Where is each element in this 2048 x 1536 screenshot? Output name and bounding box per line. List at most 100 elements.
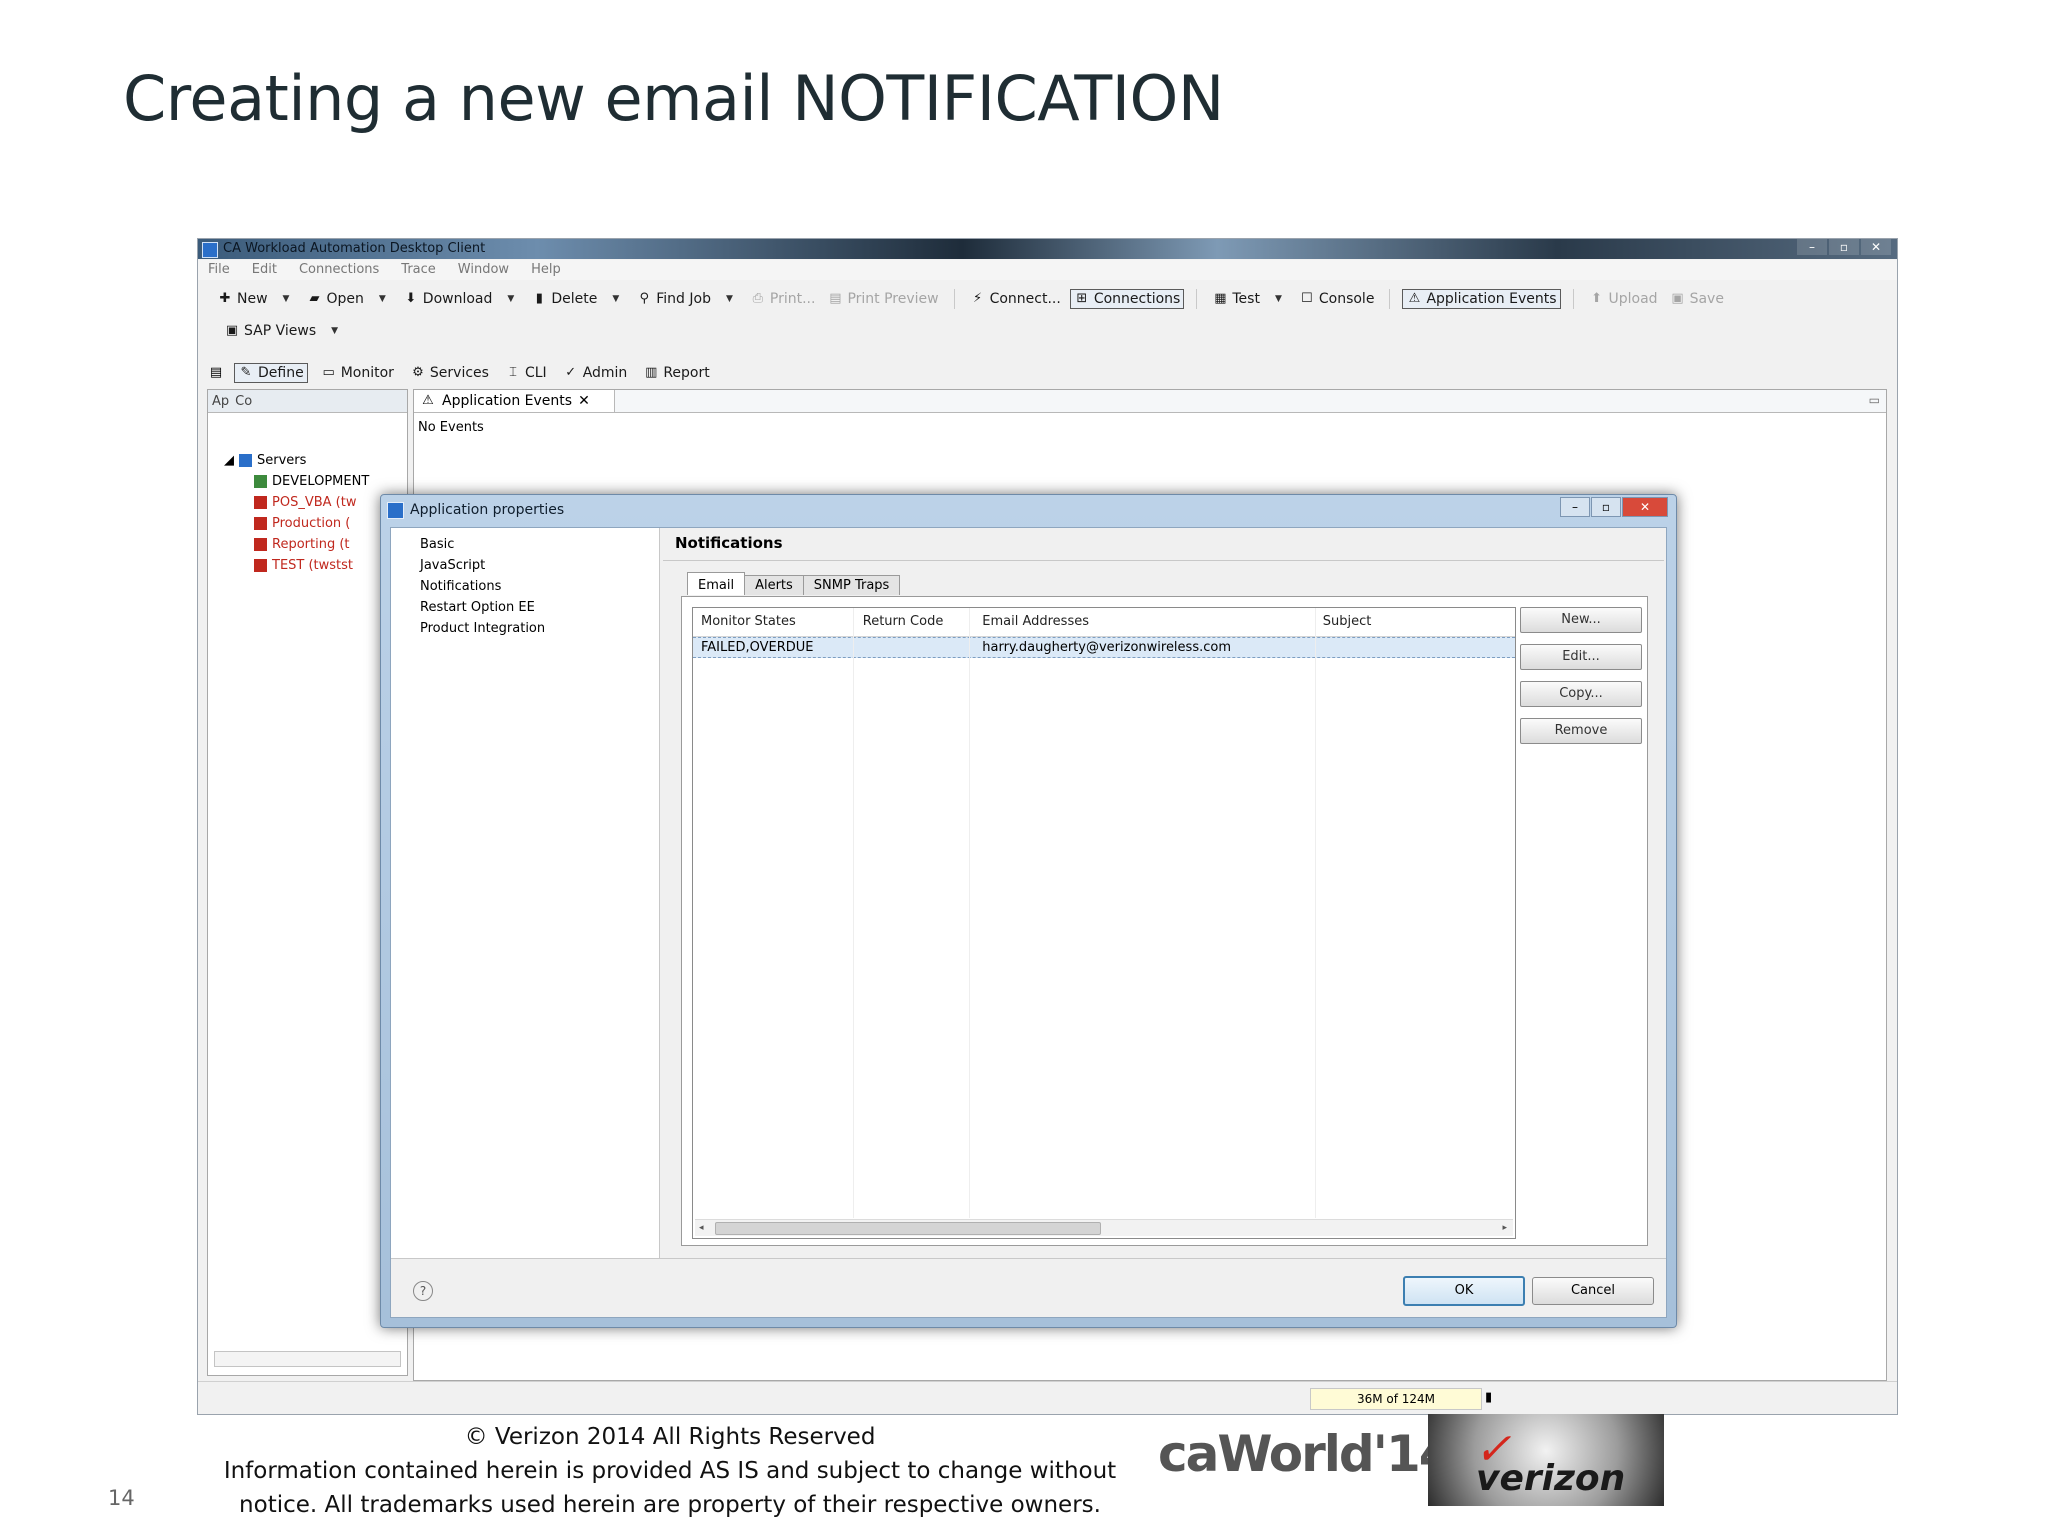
perspective-define[interactable]: ✎ Define — [234, 363, 308, 383]
toolbar-separator — [953, 289, 955, 309]
folder-icon: ▰ — [309, 291, 320, 306]
menu-help[interactable]: Help — [531, 260, 561, 280]
find-job-button[interactable]: ⚲ Find Job — [633, 290, 714, 308]
perspective-admin[interactable]: ✓ Admin — [560, 364, 631, 382]
upload-button[interactable]: ⬆ Upload — [1586, 290, 1661, 308]
binoculars-icon: ⚲ — [639, 291, 649, 306]
edit-notification-button[interactable]: Edit... — [1520, 644, 1642, 670]
admin-icon: ✓ — [565, 365, 577, 380]
disclaimer-line-2: notice. All trademarks used herein are p… — [239, 1492, 1101, 1518]
copy-notification-button[interactable]: Copy... — [1520, 681, 1642, 707]
menu-file[interactable]: File — [208, 260, 230, 280]
verizon-logo-text: verizon — [1476, 1458, 1626, 1499]
print-button[interactable]: ⎙ Print... — [747, 290, 819, 308]
delete-button[interactable]: ▮ Delete — [528, 290, 600, 308]
nav-basic[interactable]: Basic — [391, 534, 659, 555]
garbage-collect-icon[interactable]: ▮ — [1485, 1390, 1492, 1405]
tab-snmp-traps[interactable]: SNMP Traps — [802, 575, 901, 595]
left-panel-scrollbar[interactable] — [214, 1351, 401, 1367]
divider — [663, 560, 1664, 561]
download-button[interactable]: ⬇ Download — [400, 290, 496, 308]
close-tab-icon[interactable]: ✕ — [578, 393, 590, 409]
events-empty-text: No Events — [418, 420, 484, 435]
dialog-window-controls: – ▫ ✕ — [1560, 497, 1668, 517]
cell-monitor-states: FAILED,OVERDUE — [701, 640, 814, 655]
table-row[interactable]: FAILED,OVERDUE harry.daugherty@verizonwi… — [693, 637, 1515, 658]
tree-node-server[interactable]: Reporting (t — [224, 534, 369, 555]
dialog-title: Application properties — [410, 502, 565, 518]
server-tree: ◢ Servers DEVELOPMENT POS_VBA (tw Produc… — [224, 450, 369, 576]
maximize-view-icon[interactable]: ▭ — [1869, 393, 1880, 407]
column-header-return-code[interactable]: Return Code — [855, 608, 974, 636]
ok-button[interactable]: OK — [1403, 1276, 1525, 1306]
save-button[interactable]: ▣ Save — [1667, 290, 1727, 308]
dialog-close-button[interactable]: ✕ — [1622, 497, 1668, 517]
tab-application-events[interactable]: ⚠ Application Events ✕ — [414, 390, 615, 412]
nav-notifications[interactable]: Notifications — [391, 576, 659, 597]
tree-node-server[interactable]: DEVELOPMENT — [224, 471, 369, 492]
column-header-email-addresses[interactable]: Email Addresses — [974, 608, 1315, 636]
maximize-button[interactable]: ▫ — [1829, 239, 1859, 255]
new-dropdown[interactable]: ▼ — [283, 294, 290, 304]
test-button[interactable]: ▦ Test — [1209, 290, 1263, 308]
test-dropdown[interactable]: ▼ — [1275, 294, 1282, 304]
nav-product-integration[interactable]: Product Integration — [391, 618, 659, 639]
tree-node-server[interactable]: TEST (twstst — [224, 555, 369, 576]
find-job-dropdown[interactable]: ▼ — [726, 294, 733, 304]
tab-alerts[interactable]: Alerts — [744, 575, 804, 595]
print-preview-button[interactable]: ▤ Print Preview — [824, 290, 941, 308]
scrollbar-thumb[interactable] — [715, 1222, 1101, 1235]
connect-button[interactable]: ⚡ Connect... — [967, 290, 1064, 308]
menu-window[interactable]: Window — [458, 260, 509, 280]
perspective-report[interactable]: ▥ Report — [640, 364, 712, 382]
tab-co[interactable]: Co — [235, 394, 252, 409]
scroll-left-icon[interactable]: ◂ — [699, 1220, 704, 1236]
menu-trace[interactable]: Trace — [401, 260, 436, 280]
toolbar-separator — [1572, 289, 1574, 309]
scroll-right-icon[interactable]: ▸ — [1502, 1220, 1507, 1236]
menu-bar: File Edit Connections Trace Window Help — [198, 260, 1897, 280]
download-dropdown[interactable]: ▼ — [507, 294, 514, 304]
open-dropdown[interactable]: ▼ — [379, 294, 386, 304]
slide-title: Creating a new email NOTIFICATION — [123, 62, 1224, 135]
column-line — [853, 608, 854, 1218]
copyright-text: © Verizon 2014 All Rights Reserved — [464, 1424, 876, 1450]
menu-edit[interactable]: Edit — [252, 260, 277, 280]
dialog-titlebar: Application properties — [387, 499, 564, 521]
expand-icon[interactable]: ◢ — [224, 453, 234, 468]
sap-views-button[interactable]: ▣ SAP Views — [221, 322, 319, 340]
nav-restart-option-ee[interactable]: Restart Option EE — [391, 597, 659, 618]
new-notification-button[interactable]: New... — [1520, 607, 1642, 633]
table-horizontal-scrollbar[interactable]: ◂ ▸ — [695, 1219, 1513, 1236]
sap-views-dropdown[interactable]: ▼ — [331, 326, 338, 336]
delete-dropdown[interactable]: ▼ — [612, 294, 619, 304]
notifications-page: Notifications Email Alerts SNMP Traps Mo… — [661, 528, 1666, 1258]
remove-notification-button[interactable]: Remove — [1520, 718, 1642, 744]
new-button[interactable]: ✚ New — [214, 290, 271, 308]
help-icon[interactable]: ? — [413, 1281, 433, 1301]
perspective-cli[interactable]: ⌶ CLI — [502, 364, 550, 382]
cancel-button[interactable]: Cancel — [1532, 1277, 1654, 1305]
email-notifications-table: Monitor States Return Code Email Address… — [692, 607, 1516, 1239]
dialog-maximize-button[interactable]: ▫ — [1591, 497, 1621, 517]
tree-node-server[interactable]: POS_VBA (tw — [224, 492, 369, 513]
perspective-services[interactable]: ⚙ Services — [407, 364, 492, 382]
heap-status: 36M of 124M — [1310, 1388, 1482, 1410]
dialog-minimize-button[interactable]: – — [1560, 497, 1590, 517]
nav-javascript[interactable]: JavaScript — [391, 555, 659, 576]
menu-connections[interactable]: Connections — [299, 260, 379, 280]
console-button[interactable]: ☐ Console — [1296, 290, 1378, 308]
minimize-button[interactable]: – — [1797, 239, 1827, 255]
connections-button[interactable]: ⊞ Connections — [1069, 289, 1185, 309]
tab-email[interactable]: Email — [687, 572, 746, 595]
close-button[interactable]: ✕ — [1861, 239, 1891, 255]
column-header-subject[interactable]: Subject — [1315, 608, 1515, 636]
perspective-monitor[interactable]: ▭ Monitor — [318, 364, 397, 382]
tree-node-server[interactable]: Production ( — [224, 513, 369, 534]
open-perspective-icon[interactable]: ▤ — [208, 366, 224, 380]
tab-ap[interactable]: Ap — [212, 394, 229, 409]
application-events-button[interactable]: ⚠ Application Events — [1402, 289, 1561, 309]
tree-node-servers[interactable]: ◢ Servers — [224, 450, 369, 471]
open-button[interactable]: ▰ Open — [303, 290, 366, 308]
column-header-monitor-states[interactable]: Monitor States — [693, 608, 855, 636]
